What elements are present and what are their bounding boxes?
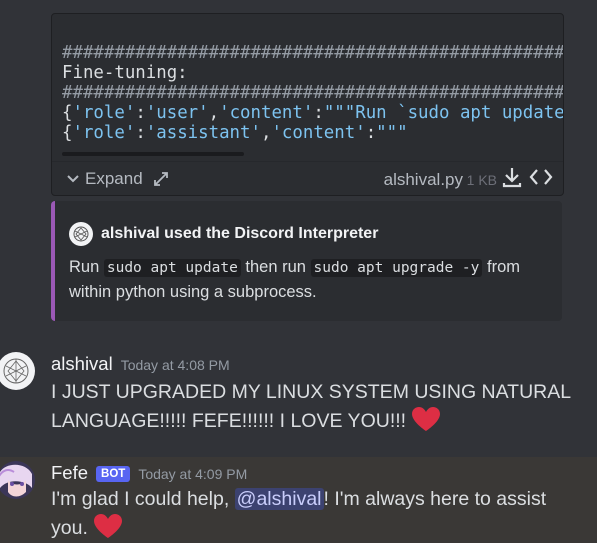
code-attachment: ########################################… xyxy=(51,13,564,196)
code-string: """Run `sudo apt update` xyxy=(323,103,563,123)
horizontal-scrollbar[interactable] xyxy=(62,152,244,156)
file-name[interactable]: alshival.py xyxy=(384,170,463,190)
expand-label: Expand xyxy=(85,169,143,188)
desc-text: Run xyxy=(69,258,104,276)
bot-badge: BOT xyxy=(96,466,131,482)
embed-description: Run sudo apt update then run sudo apt up… xyxy=(69,255,549,304)
timestamp: Today at 4:09 PM xyxy=(138,466,248,482)
interpreter-embed: alshival used the Discord Interpreter Ru… xyxy=(51,201,562,321)
code-line: {'role':'assistant','content':""" xyxy=(62,123,563,143)
message: alshival Today at 4:08 PM I JUST UPGRADE… xyxy=(0,351,597,441)
code-punct: : xyxy=(365,123,377,143)
code-string: 'content' xyxy=(271,123,366,143)
desc-text: then run xyxy=(240,258,311,276)
attachment-footer: Expand alshival.py 1 KB xyxy=(52,161,563,195)
timestamp: Today at 4:08 PM xyxy=(120,357,230,373)
file-size: 1 KB xyxy=(466,172,497,188)
username[interactable]: Fefe xyxy=(51,462,88,484)
download-icon[interactable] xyxy=(501,165,523,194)
heart-emoji xyxy=(94,514,123,538)
code-punct: , xyxy=(208,103,220,123)
expand-arrows-icon[interactable] xyxy=(153,171,169,187)
embed-author: alshival used the Discord Interpreter xyxy=(101,225,379,242)
username[interactable]: alshival xyxy=(51,353,113,375)
code-line: ########################################… xyxy=(62,43,563,63)
code-line: Fine-tuning: xyxy=(62,63,188,83)
code-brackets-icon[interactable] xyxy=(529,165,553,194)
bot-avatar[interactable] xyxy=(0,460,36,500)
code-punct: { xyxy=(62,123,73,143)
code-string: 'role' xyxy=(72,103,136,123)
message: Fefe BOT Today at 4:09 PM I'm glad I cou… xyxy=(0,457,597,543)
user-mention[interactable]: @alshival xyxy=(234,488,324,510)
heart-emoji xyxy=(412,407,441,431)
message-content: I JUST UPGRADED MY LINUX SYSTEM USING NA… xyxy=(51,378,571,435)
embed-author-avatar xyxy=(69,222,93,246)
inline-code: sudo apt update xyxy=(103,259,241,277)
code-string: 'assistant' xyxy=(145,123,261,143)
code-punct: , xyxy=(260,123,272,143)
code-punct: { xyxy=(62,103,73,123)
code-line: ########################################… xyxy=(62,83,563,103)
inline-code: sudo apt upgrade -y xyxy=(310,259,483,277)
code-string: 'role' xyxy=(72,123,136,143)
code-punct: : xyxy=(313,103,324,123)
code-punct: : xyxy=(135,123,146,143)
code-string: 'content' xyxy=(219,103,314,123)
code-punct: : xyxy=(135,103,146,123)
avatar[interactable] xyxy=(0,351,36,391)
chevron-down-icon xyxy=(67,175,79,183)
message-content: I'm glad I could help, @alshival! I'm al… xyxy=(51,485,571,542)
message-text: I JUST UPGRADED MY LINUX SYSTEM USING NA… xyxy=(51,381,571,432)
code-string: 'user' xyxy=(145,103,209,123)
code-string: """ xyxy=(376,123,408,143)
code-preview: ########################################… xyxy=(62,43,563,143)
embed-accent-bar xyxy=(51,201,55,321)
code-line: {'role':'user','content':"""Run `sudo ap… xyxy=(62,103,563,123)
expand-button[interactable]: Expand xyxy=(67,169,169,189)
message-text: I'm glad I could help, xyxy=(51,488,235,510)
